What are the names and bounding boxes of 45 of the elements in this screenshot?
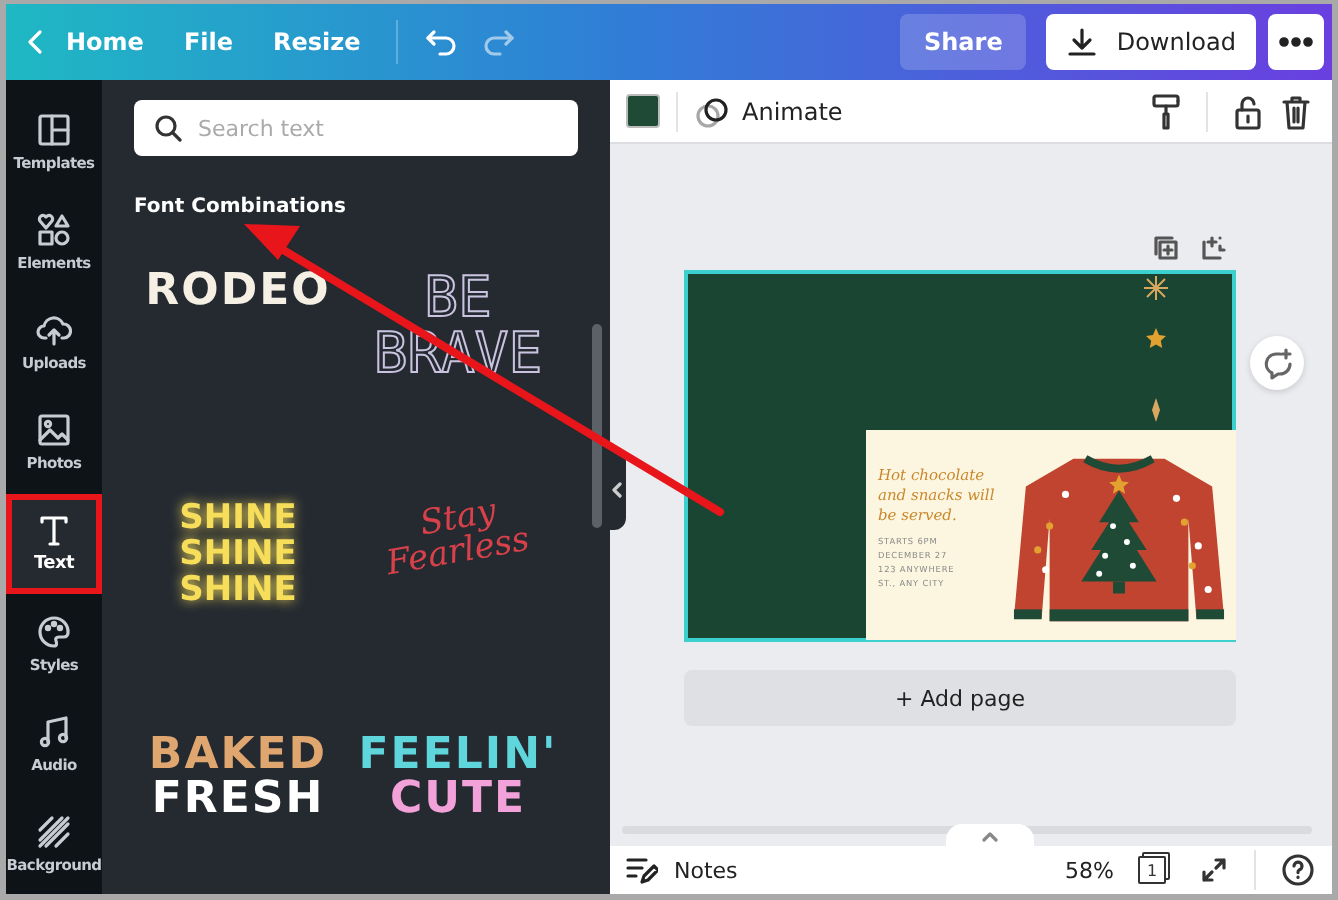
caret-up-icon — [982, 831, 998, 841]
question-circle-shape — [1282, 854, 1314, 886]
comment-plus-icon — [1261, 347, 1293, 379]
image-icon — [36, 412, 72, 449]
animate-button[interactable]: Animate — [694, 95, 843, 127]
zoom-level-button[interactable]: 58% — [1065, 857, 1114, 883]
lock-shape — [1234, 93, 1262, 129]
font-combination-preview[interactable]: BAKED FRESH — [134, 690, 342, 894]
page-count-button[interactable]: 1 — [1138, 856, 1166, 884]
paint-roller-shape — [1152, 93, 1180, 129]
notes-button[interactable]: Notes — [626, 856, 738, 884]
back-chevron-icon — [26, 28, 46, 56]
sidebar-item[interactable]: Text — [6, 493, 102, 594]
shapes-icon — [36, 212, 72, 249]
search-field[interactable]: Search text — [134, 100, 578, 156]
font-combination-preview[interactable]: SHINE SHINE SHINE — [134, 458, 342, 690]
cloud-upload-icon — [36, 312, 72, 349]
add-page-icon — [1202, 236, 1226, 260]
more-options-button[interactable] — [1268, 14, 1324, 70]
share-button[interactable]: Share — [900, 14, 1027, 70]
font-combination-preview[interactable]: FEELIN' CUTE — [354, 690, 562, 894]
chevron-left-icon — [611, 482, 621, 498]
download-icon — [1066, 26, 1099, 58]
text-icon — [36, 512, 72, 549]
color-swatch[interactable] — [626, 94, 660, 128]
music-note-icon — [36, 713, 72, 750]
trash-shape — [1282, 93, 1310, 129]
redo-icon — [480, 28, 517, 56]
duplicate-page-icon — [1154, 236, 1178, 260]
undo-icon — [424, 28, 461, 56]
collapse-panel-handle[interactable] — [606, 450, 626, 530]
expand-arrows-shape — [1200, 856, 1228, 884]
show-pages-tab[interactable] — [946, 824, 1034, 848]
font-combination-preview[interactable]: RODEO — [134, 226, 342, 458]
scrollbar-thumb[interactable] — [592, 324, 602, 528]
animate-circles-icon — [694, 95, 730, 127]
section-heading: Font Combinations — [134, 196, 348, 218]
more-icon — [1278, 36, 1314, 48]
add-comment-button[interactable] — [1250, 336, 1304, 390]
notes-pen-icon — [626, 856, 658, 884]
add-page-button[interactable]: + Add page — [684, 670, 1236, 726]
download-button[interactable]: Download — [1046, 14, 1256, 70]
search-icon — [154, 114, 182, 142]
palette-icon — [36, 613, 72, 650]
layout-icon — [36, 112, 72, 149]
